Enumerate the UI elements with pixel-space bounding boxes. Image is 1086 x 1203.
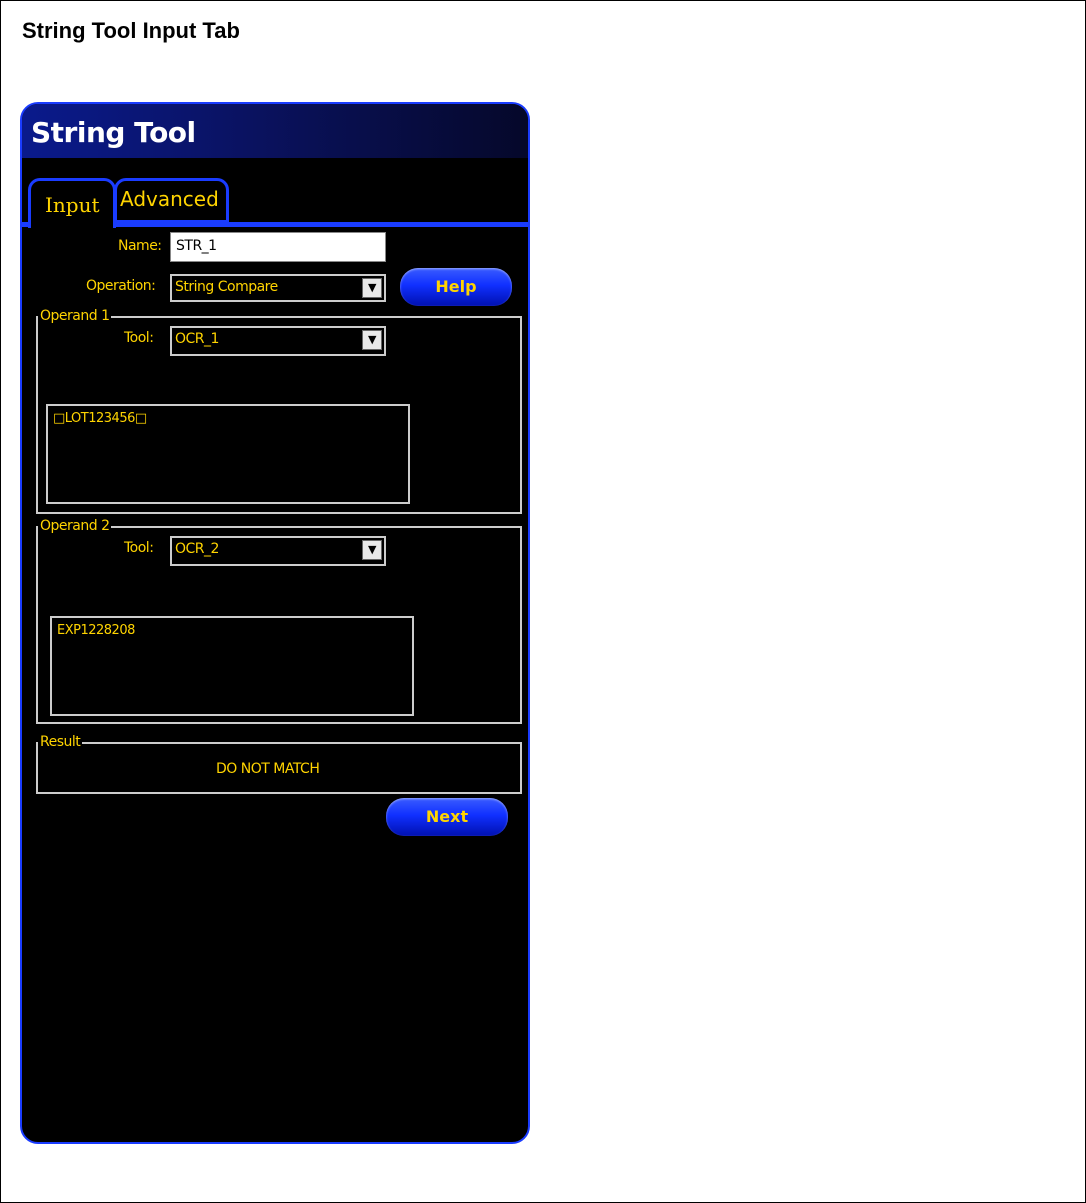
operand1-text[interactable]: □LOT123456□ [46,404,410,504]
operand1-tool-dropdown[interactable]: OCR_1 ▼ [170,326,386,356]
chevron-down-icon[interactable]: ▼ [362,278,382,298]
document-title: String Tool Input Tab [22,18,240,43]
chevron-down-icon[interactable]: ▼ [362,330,382,350]
operand2-text[interactable]: EXP1228208 [50,616,414,716]
operand2-title: Operand 2 [38,518,112,534]
operand2-tool-label: Tool: [124,540,154,556]
operand1-title: Operand 1 [38,308,112,324]
next-button-label: Next [425,807,469,826]
result-value: DO NOT MATCH [216,761,320,777]
name-label: Name: [118,238,162,254]
next-button[interactable]: Next [386,798,508,836]
help-button[interactable]: Help [400,268,512,306]
operand1-tool-value: OCR_1 [175,331,219,347]
window-titlebar: String Tool [22,104,528,158]
operation-dropdown[interactable]: String Compare ▼ [170,274,386,302]
chevron-down-icon[interactable]: ▼ [362,540,382,560]
operation-value: String Compare [175,279,278,295]
tab-input[interactable]: Input [28,178,116,228]
operand1-tool-label: Tool: [124,330,154,346]
result-title: Result [38,734,83,750]
tab-advanced[interactable]: Advanced [114,178,229,223]
name-field[interactable]: STR_1 [170,232,386,262]
window-title: String Tool [31,116,196,149]
operand2-tool-dropdown[interactable]: OCR_2 ▼ [170,536,386,566]
string-tool-window: String Tool Advanced Input Name: STR_1 O… [20,102,530,1144]
operation-label: Operation: [86,278,156,294]
operand2-tool-value: OCR_2 [175,541,219,557]
help-button-label: Help [435,277,477,296]
